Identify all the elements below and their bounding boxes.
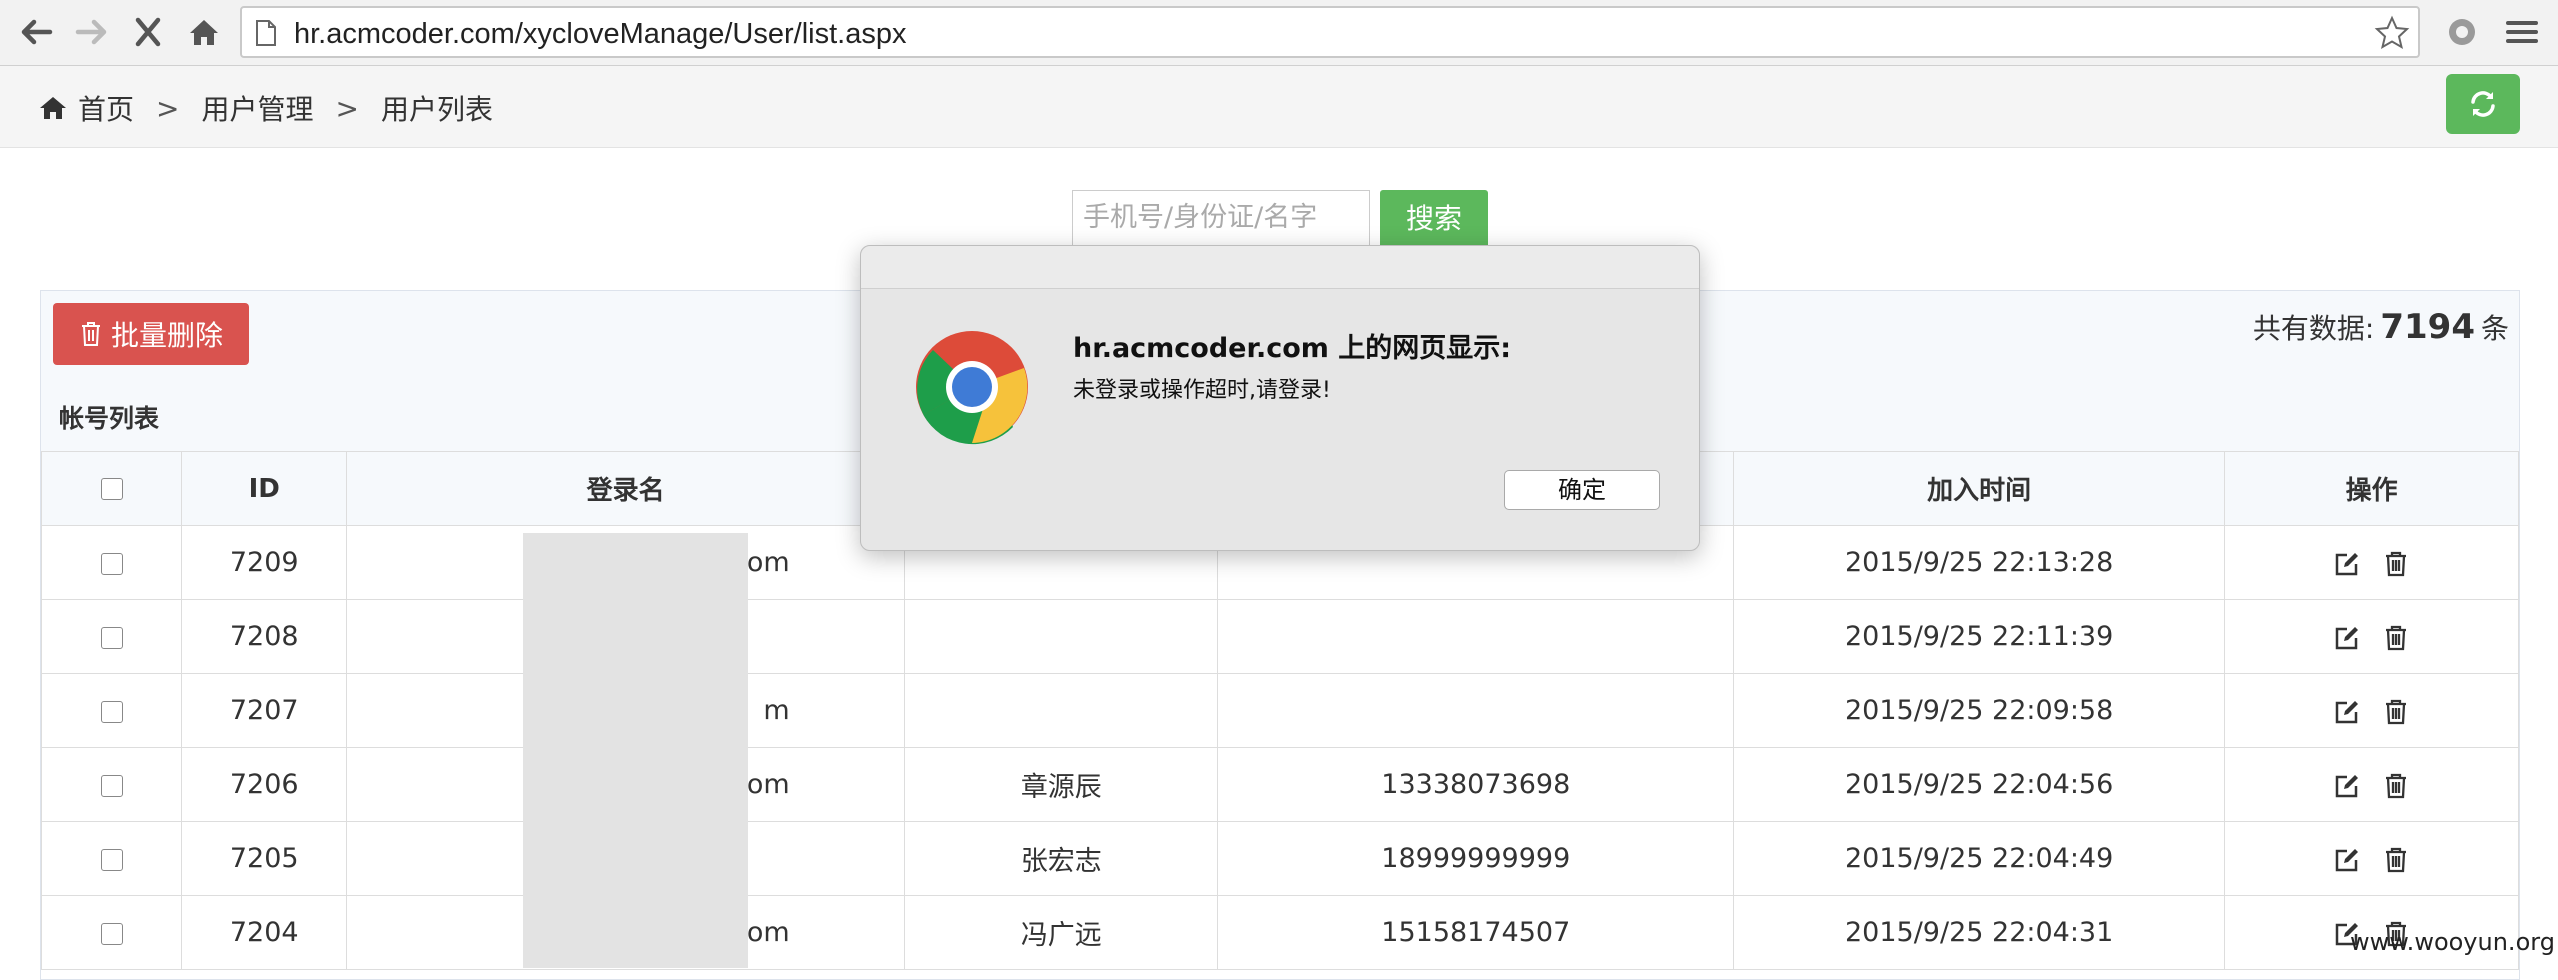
batch-delete-label: 批量删除 — [110, 319, 223, 352]
breadcrumb-user-list: 用户列表 — [380, 93, 493, 126]
row-join-time: 2015/9/25 22:13:28 — [1733, 525, 2226, 600]
row-phone: 15158174507 — [1217, 895, 1735, 970]
delete-icon[interactable] — [2382, 698, 2410, 726]
row-join-time: 2015/9/25 22:11:39 — [1733, 599, 2226, 674]
browser-toolbar: hr.acmcoder.com/xycloveManage/User/list.… — [0, 0, 2558, 66]
search-input[interactable]: 手机号/身份证/名字 — [1072, 190, 1370, 246]
breadcrumb: 首页 > 用户管理 > 用户列表 — [38, 88, 493, 128]
select-all-checkbox[interactable] — [100, 478, 123, 500]
header-ops: 操作 — [2224, 451, 2519, 526]
extension-icon[interactable] — [2440, 12, 2484, 52]
row-ops — [2224, 673, 2519, 748]
trash-icon — [81, 322, 100, 346]
table-row: 7207 warm 2015/9/25 22:09:58 — [40, 673, 2519, 748]
edit-icon[interactable] — [2333, 550, 2361, 578]
row-ops — [2224, 821, 2519, 896]
header-login: 登录名 — [346, 451, 906, 526]
delete-icon[interactable] — [2382, 550, 2410, 578]
row-name: 冯广远 — [904, 895, 1219, 970]
search-button[interactable]: 搜索 — [1380, 190, 1488, 248]
row-name — [904, 673, 1219, 748]
row-checkbox[interactable] — [100, 848, 123, 871]
row-ops — [2224, 599, 2519, 674]
batch-delete-button[interactable]: 批量删除 — [53, 303, 249, 365]
row-id: 7209 — [181, 525, 348, 600]
watermark: www.wooyun.org — [2350, 928, 2555, 956]
row-phone: 13338073698 — [1217, 747, 1735, 822]
address-bar[interactable]: hr.acmcoder.com/xycloveManage/User/list.… — [240, 6, 2420, 58]
breadcrumb-separator: > — [335, 91, 359, 125]
row-ops — [2224, 747, 2519, 822]
row-id: 7208 — [181, 599, 348, 674]
row-select-cell — [40, 525, 183, 600]
select-all-cell — [40, 451, 183, 526]
row-ops — [2224, 525, 2519, 600]
refresh-icon — [2471, 91, 2495, 117]
row-checkbox[interactable] — [100, 922, 123, 945]
url-text: hr.acmcoder.com/xycloveManage/User/list.… — [294, 18, 907, 50]
edit-icon[interactable] — [2333, 772, 2361, 800]
row-checkbox[interactable] — [100, 774, 123, 797]
row-join-time: 2015/9/25 22:04:49 — [1733, 821, 2226, 896]
table-row: 7205 张宏志 18999999999 2015/9/25 22:04:49 — [40, 821, 2519, 896]
row-select-cell — [40, 821, 183, 896]
home-icon — [40, 97, 66, 119]
page-icon — [256, 20, 276, 46]
row-phone: 18999999999 — [1217, 821, 1735, 896]
panel-title: 帐号列表 — [59, 404, 160, 433]
row-select-cell — [40, 747, 183, 822]
page-header: 首页 > 用户管理 > 用户列表 — [0, 66, 2558, 148]
refresh-button[interactable] — [2446, 74, 2520, 134]
ok-button[interactable]: 确定 — [1504, 470, 1660, 510]
total-number: 7194 — [2380, 307, 2475, 347]
dialog-titlebar — [861, 246, 1699, 289]
row-name: 章源辰 — [904, 747, 1219, 822]
edit-icon[interactable] — [2333, 698, 2361, 726]
bookmark-star-icon[interactable] — [2374, 15, 2410, 51]
stop-loading-icon[interactable] — [126, 12, 170, 52]
back-arrow-icon[interactable] — [14, 12, 58, 52]
dialog-message: 未登录或操作超时,请登录! — [1073, 378, 1331, 403]
total-count: 共有数据: 7194 条 — [2253, 307, 2509, 347]
row-select-cell — [40, 599, 183, 674]
row-join-time: 2015/9/25 22:04:56 — [1733, 747, 2226, 822]
row-id: 7205 — [181, 821, 348, 896]
chrome-logo-icon — [916, 331, 1028, 445]
delete-icon[interactable] — [2382, 846, 2410, 874]
header-id: ID — [181, 451, 348, 526]
row-select-cell — [40, 673, 183, 748]
total-prefix: 共有数据: — [2252, 312, 2375, 345]
row-id: 7204 — [181, 895, 348, 970]
alert-dialog: hr.acmcoder.com 上的网页显示: 未登录或操作超时,请登录! 确定 — [860, 245, 1700, 551]
row-phone — [1217, 673, 1735, 748]
row-checkbox[interactable] — [100, 552, 123, 575]
table-row: 7208 kr 2015/9/25 22:11:39 — [40, 599, 2519, 674]
row-join-time: 2015/9/25 22:09:58 — [1733, 673, 2226, 748]
total-suffix: 条 — [2480, 312, 2509, 345]
breadcrumb-separator: > — [156, 91, 180, 125]
edit-icon[interactable] — [2333, 624, 2361, 652]
row-id: 7207 — [181, 673, 348, 748]
breadcrumb-user-management[interactable]: 用户管理 — [201, 88, 313, 128]
dialog-title: hr.acmcoder.com 上的网页显示: — [1073, 333, 1512, 364]
row-phone — [1217, 599, 1735, 674]
delete-icon[interactable] — [2382, 772, 2410, 800]
row-checkbox[interactable] — [100, 626, 123, 649]
menu-icon[interactable] — [2500, 12, 2544, 52]
row-name — [904, 599, 1219, 674]
table-row: 7204 qq2om 冯广远 15158174507 2015/9/25 22:… — [40, 895, 2519, 970]
row-checkbox[interactable] — [100, 700, 123, 723]
delete-icon[interactable] — [2382, 624, 2410, 652]
forward-arrow-icon[interactable] — [70, 12, 114, 52]
row-id: 7206 — [181, 747, 348, 822]
row-name: 张宏志 — [904, 821, 1219, 896]
header-join-time: 加入时间 — [1733, 451, 2226, 526]
redaction-block — [523, 533, 748, 968]
breadcrumb-home[interactable]: 首页 — [78, 88, 134, 128]
row-select-cell — [40, 895, 183, 970]
home-icon[interactable] — [182, 12, 226, 52]
table-row: 7206 133om 章源辰 13338073698 2015/9/25 22:… — [40, 747, 2519, 822]
row-join-time: 2015/9/25 22:04:31 — [1733, 895, 2226, 970]
edit-icon[interactable] — [2333, 846, 2361, 874]
